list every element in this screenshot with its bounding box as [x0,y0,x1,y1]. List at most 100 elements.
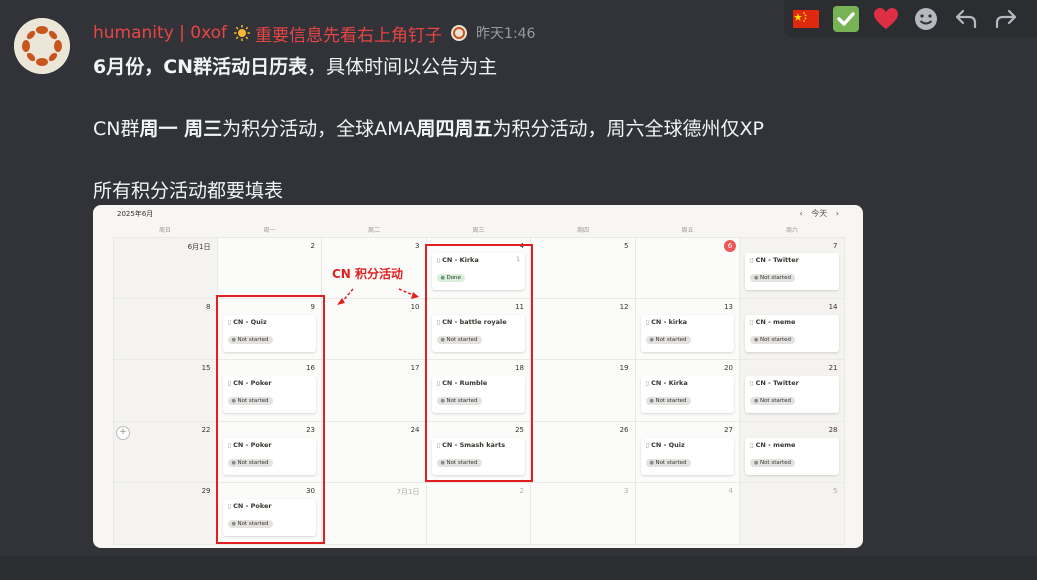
day-number: 12 [619,302,629,311]
event-title: CN - Kirka [646,379,730,387]
next-month-icon: › [835,209,839,218]
day-number: 28 [828,425,838,434]
calendar-day-cell[interactable]: 3 [531,483,636,545]
calendar-day-cell[interactable]: 5 [531,237,636,299]
day-number: 15 [201,364,211,372]
annotation-arrows-icon [337,288,419,305]
today-date-badge: 6 [724,240,736,252]
event-card[interactable]: CN - kirka Not started [640,314,734,352]
message-action-toolbar [784,0,1037,37]
weekday-header: 周五 [681,227,694,234]
day-number: 4 [728,487,733,495]
event-title: CN - Twitter [750,379,834,387]
day-number: 5 [833,487,838,495]
avatar-logo-icon [14,18,70,74]
reaction-china-flag[interactable] [790,3,822,35]
day-number: 13 [724,302,733,311]
event-card[interactable]: CN - Twitter Not started [745,376,839,413]
calendar-nav: ‹ 今天 › [800,208,840,219]
calendar-day-cell[interactable]: 5 [740,483,845,545]
calendar-day-cell[interactable]: 19 [531,360,636,422]
event-status-badge: Not started [750,335,796,344]
event-title: CN - meme [750,318,834,326]
day-number: 7 [833,242,838,250]
add-event-icon: + [116,426,130,440]
calendar-day-cell[interactable]: 29 [113,483,218,545]
calendar-day-cell[interactable]: 7月1日 [322,483,427,545]
calendar-day-cell[interactable]: 12 [531,298,636,360]
calendar-day-cell[interactable]: 15 [113,360,218,422]
day-number: 2 [310,242,315,250]
user-avatar[interactable] [14,18,70,74]
username-tagline[interactable]: 重要信息先看右上角钉子 [255,21,442,46]
reaction-check-mark[interactable] [830,3,862,35]
china-flag-icon [793,9,819,28]
heart-icon [874,7,898,29]
event-card[interactable]: CN - Quiz Not started [640,437,734,475]
day-number: 29 [201,487,211,495]
day-number: 19 [619,364,629,372]
message-line-2-bold: 周一 周三 [139,118,223,140]
event-card[interactable]: CN - meme Not started [745,314,839,352]
weekday-header: 周日 [158,227,171,234]
event-status-badge: Not started [750,458,796,467]
message-header: humanity | 0xof 重要信息先看右上角钉子 昨天1:46 [93,20,535,46]
forward-icon [995,9,1017,28]
reaction-heart[interactable] [870,3,902,35]
reply-button[interactable] [950,3,982,35]
highlight-box-wednesday [425,244,533,482]
event-card[interactable]: CN - Kirka Not started [640,376,734,413]
username[interactable]: humanity | 0xof [93,23,227,43]
event-title: CN - Twitter [750,256,834,264]
calendar-day-cell[interactable]: 24 [322,421,427,483]
day-number: 21 [828,364,838,372]
weekday-header: 周一 [263,227,276,234]
calendar-day-cell[interactable]: 26 [531,421,636,483]
event-status-badge: Not started [750,274,796,282]
message-line-2-part: 为积分活动，周六全球德州仅XP [492,118,764,140]
calendar-day-cell[interactable]: 6 [635,237,740,299]
message-line-2: CN群周一 周三为积分活动，全球AMA周四周五为积分活动，周六全球德州仅XP [93,114,764,141]
event-title: CN - kirka [646,318,730,326]
day-number: 20 [724,364,733,372]
annotation-label: CN 积分活动 [332,267,404,281]
message-line-1-rest: ，具体时间以公告为主 [307,56,498,78]
prev-month-icon: ‹ [799,209,803,218]
calendar-day-cell[interactable]: 17 [322,360,427,422]
message-timestamp: 昨天1:46 [476,26,536,42]
calendar-day-cell[interactable]: 8 [113,298,218,360]
calendar-day-cell[interactable]: 4 [635,483,740,545]
message-line-2-bold: 周四周五 [416,118,493,140]
calendar-image-attachment[interactable]: 2025年6月 ‹ 今天 › 周日 周一 周二 周三 周四 周五 周六 6月1日 2 3 4 5 6 7… [93,205,863,548]
event-card[interactable]: CN - meme Not started [745,437,839,475]
server-tag-icon [451,25,468,41]
day-number: 8 [206,302,211,311]
event-status-badge: Not started [645,397,691,405]
check-mark-icon [833,5,859,32]
event-status-badge: Not started [750,397,796,405]
sun-icon [234,25,251,41]
message-line-3: 所有积分活动都要填表 [93,180,284,202]
day-number: 17 [410,364,420,372]
message-line-2-part: CN群 [93,118,140,140]
forward-button[interactable] [990,3,1022,35]
event-card[interactable]: CN - Twitter Not started [745,253,839,290]
add-reaction-icon [915,7,937,30]
day-number: 27 [724,425,733,434]
event-status-badge: Not started [645,458,691,467]
calendar-day-cell[interactable]: 2 [426,483,531,545]
day-number: 3 [624,487,629,495]
weekday-header: 周四 [576,227,589,234]
day-number: 14 [828,302,838,311]
weekday-header: 周二 [367,227,380,234]
add-reaction-button[interactable] [910,3,942,35]
day-number: 26 [619,425,629,434]
day-number: 3 [415,242,420,250]
message-line-1: 6月份，CN群活动日历表，具体时间以公告为主 [93,52,497,79]
weekday-header: 周三 [472,227,485,234]
calendar-day-cell[interactable]: 2 [217,237,322,299]
calendar-day-cell[interactable]: 6月1日 [113,237,218,299]
message-line-1-bold: 6月份，CN群活动日历表 [93,56,308,78]
calendar-title: 2025年6月 [117,210,154,218]
day-number: 2 [519,487,524,495]
